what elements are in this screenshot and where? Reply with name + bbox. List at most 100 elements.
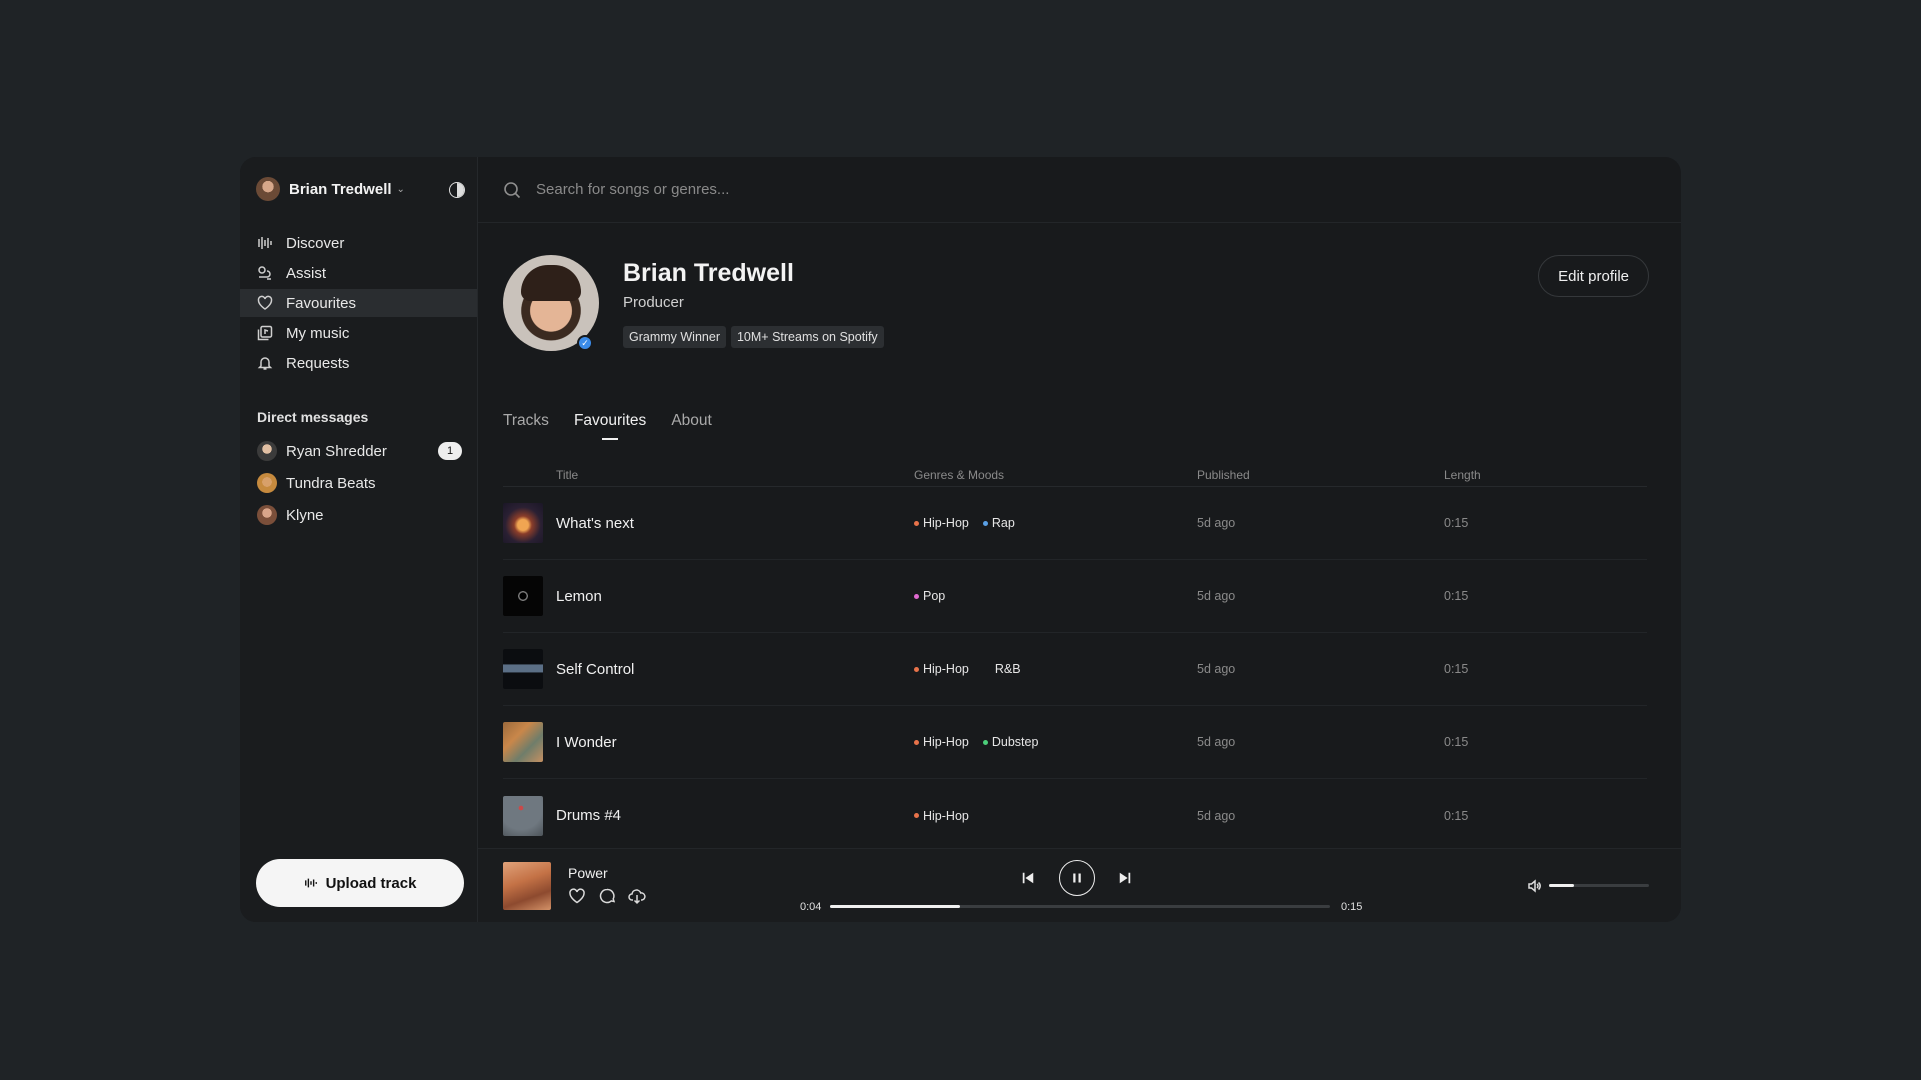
user-name: Brian Tredwell (289, 180, 392, 198)
profile-header: ✓ Brian Tredwell Producer Grammy Winner … (503, 255, 884, 351)
current-time: 0:04 (800, 901, 822, 913)
table-row[interactable]: Drums #4 Hip-Hop 5d ago 0:15 (503, 779, 1647, 852)
nav-item-discover[interactable]: Discover (240, 229, 477, 257)
track-title-cell: I Wonder (503, 722, 914, 762)
nav-item-favourites[interactable]: Favourites (240, 289, 477, 317)
genre-tag: Hip-Hop (914, 516, 969, 530)
genre-label: Hip-Hop (923, 808, 969, 823)
dm-item-ryan-shredder[interactable]: Ryan Shredder 1 (240, 435, 477, 467)
track-title-cell: Self Control (503, 649, 914, 689)
theme-toggle-icon[interactable] (449, 182, 465, 198)
nav-item-requests[interactable]: Requests (240, 349, 477, 377)
table-row[interactable]: I Wonder Hip-Hop Dubstep 5d ago 0:15 (503, 706, 1647, 779)
pause-button[interactable] (1059, 860, 1095, 896)
track-title-cell: Drums #4 (503, 795, 914, 836)
dm-name: Ryan Shredder (286, 442, 387, 460)
skip-back-icon (1022, 872, 1034, 884)
waveform-icon (304, 878, 317, 888)
upload-track-label: Upload track (325, 874, 417, 892)
table-row[interactable]: What's next Hip-Hop Rap 5d ago 0:15 (503, 487, 1647, 560)
profile-tags: Grammy Winner 10M+ Streams on Spotify (623, 326, 884, 348)
track-length: 0:15 (1444, 516, 1469, 530)
genre-tag: Hip-Hop (914, 662, 969, 676)
column-header-genres: Genres & Moods (914, 467, 1005, 482)
sidebar: Brian Tredwell ⌄ Discover Assist Favouri… (240, 157, 478, 922)
table-row[interactable]: Self Control Hip-Hop R&B 5d ago 0:15 (503, 633, 1647, 706)
main-content: ✓ Brian Tredwell Producer Grammy Winner … (478, 157, 1681, 922)
skip-forward-icon (1119, 872, 1131, 884)
track-title: Self Control (556, 660, 635, 678)
track-title: I Wonder (556, 733, 617, 751)
genre-dot (914, 520, 919, 526)
genre-label: Hip-Hop (923, 516, 969, 530)
progress-bar[interactable] (830, 905, 1330, 908)
nav-item-label: Requests (286, 354, 350, 372)
tab-tracks[interactable]: Tracks (503, 412, 549, 440)
track-cover (503, 795, 543, 836)
progress-fill (830, 905, 960, 908)
avatar (257, 441, 277, 461)
upload-track-button[interactable]: Upload track (256, 859, 464, 907)
track-title: Drums #4 (556, 807, 622, 824)
genre-label: Dubstep (991, 735, 1039, 749)
dm-name: Klyne (286, 506, 324, 524)
track-genres: Hip-Hop Dubstep (914, 735, 1197, 749)
tab-favourites[interactable]: Favourites (574, 412, 646, 440)
genre-tag: Pop (914, 589, 945, 603)
column-header-published: Published (1197, 467, 1250, 482)
track-cover (503, 722, 543, 762)
track-title: Lemon (556, 587, 602, 605)
table-header: Title Genres & Moods Published Length (503, 463, 1647, 487)
dm-item-tundra-beats[interactable]: Tundra Beats (240, 467, 477, 499)
verified-check-icon: ✓ (577, 335, 593, 351)
previous-track-button[interactable] (1020, 870, 1036, 886)
avatar (257, 473, 277, 493)
nav-item-label: Discover (286, 234, 345, 252)
volume-fill (1549, 884, 1574, 887)
comment-icon[interactable] (598, 887, 616, 905)
direct-messages-title: Direct messages (257, 409, 369, 425)
profile-info: Brian Tredwell Producer Grammy Winner 10… (623, 259, 884, 351)
track-published: 5d ago (1197, 589, 1236, 603)
nav-item-label: Assist (286, 264, 327, 282)
cloud-download-icon[interactable] (628, 887, 646, 905)
nav-item-assist[interactable]: Assist (240, 259, 477, 287)
search-input[interactable] (536, 181, 1136, 198)
bell-icon (257, 355, 273, 371)
now-playing-actions (568, 887, 646, 905)
track-genres: Hip-Hop (914, 809, 1197, 823)
next-track-button[interactable] (1117, 870, 1133, 886)
track-cover (503, 649, 543, 689)
track-published: 5d ago (1197, 735, 1236, 749)
genre-label: Rap (991, 516, 1015, 530)
profile-name: Brian Tredwell (623, 259, 794, 287)
profile-tag: 10M+ Streams on Spotify (730, 326, 884, 348)
dm-item-klyne[interactable]: Klyne (240, 499, 477, 531)
column-header-length: Length (1444, 467, 1481, 482)
table-row[interactable]: Lemon Pop 5d ago 0:15 (503, 560, 1647, 633)
profile-tag: Grammy Winner (623, 326, 726, 348)
track-length: 0:15 (1444, 735, 1469, 749)
track-genres: Pop (914, 589, 1197, 603)
search-icon (504, 181, 521, 198)
chevron-down-icon: ⌄ (396, 183, 405, 195)
now-playing-title: Power (568, 865, 608, 881)
track-cover (503, 576, 543, 616)
app-window: Brian Tredwell ⌄ Discover Assist Favouri… (240, 157, 1681, 922)
nav-item-my-music[interactable]: My music (240, 319, 477, 347)
pause-icon (1073, 873, 1081, 883)
track-title-cell: Lemon (503, 576, 914, 616)
volume-slider[interactable] (1549, 884, 1649, 887)
tab-about[interactable]: About (671, 412, 712, 440)
assist-icon (257, 265, 273, 281)
volume-icon[interactable] (1527, 879, 1541, 898)
profile-avatar: ✓ (503, 255, 599, 351)
track-genres: Hip-Hop R&B (914, 662, 1197, 676)
heart-icon[interactable] (568, 887, 586, 905)
edit-profile-button[interactable]: Edit profile (1538, 255, 1649, 297)
genre-label: Pop (923, 589, 946, 603)
genre-tag: R&B (995, 662, 1021, 676)
user-menu[interactable]: Brian Tredwell ⌄ (240, 157, 477, 221)
track-published: 5d ago (1197, 662, 1236, 676)
track-published: 5d ago (1197, 808, 1236, 823)
